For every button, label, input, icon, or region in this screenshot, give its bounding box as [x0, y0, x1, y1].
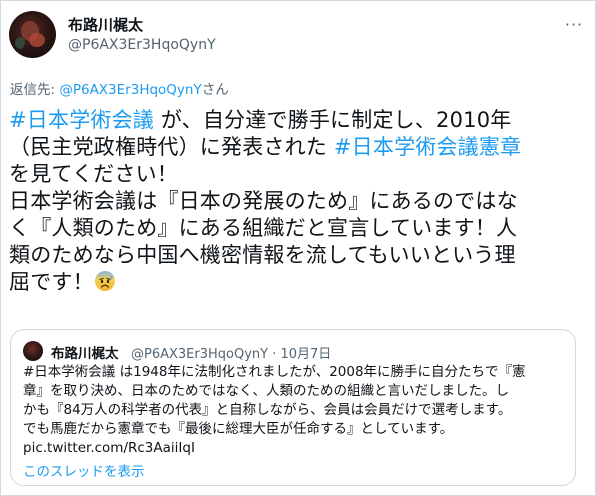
avatar[interactable] [9, 11, 56, 58]
reply-to-line: 返信先: @P6AX3Er3HqoQynYさん [10, 78, 229, 98]
quoted-text-line: 章』を取り決め、日本のためではなく、人類のための組織と言いだしました。し [23, 383, 509, 399]
tweet-text-segment: 屈です！ [9, 270, 94, 294]
tweet-text-segment: く『人類のため』にある組織だと宣言しています！人 [9, 216, 518, 240]
quoted-text-line: かも『84万人の科学者の代表』と自称しながら、会員は会員だけで選考します。 [23, 402, 512, 418]
tweet-body: #日本学術会議 が、自分達で勝手に制定し、2010年 （民主党政権時代）に発表さ… [9, 107, 589, 296]
tweet-text-segment: 日本学術会議は『日本の発展のため』にあるのではな [9, 189, 518, 213]
quoted-text-line: #日本学術会議 は1948年に法制化されましたが、2008年に勝手に自分たちで『… [23, 364, 526, 380]
avatar-detail [29, 33, 45, 47]
author-display-name[interactable]: 布路川梶太 [68, 14, 143, 35]
avatar-detail [15, 37, 25, 49]
show-thread-link[interactable]: このスレッドを表示 [23, 460, 145, 480]
tweet-text-segment: （民主党政権時代）に発表された [9, 135, 334, 159]
quoted-text-line: でも馬鹿だから憲章でも『最後に総理大臣が任命する』としています。 [23, 421, 454, 437]
reply-mention-link[interactable]: @P6AX3Er3HqoQynY [59, 82, 201, 98]
hashtag-link[interactable]: #日本学術会議憲章 [334, 135, 521, 159]
tweet-text-segment: が、自分達で勝手に制定し、2010年 [154, 108, 512, 132]
reply-suffix: さん [201, 82, 229, 98]
quoted-tweet[interactable]: 布路川梶太 @P6AX3Er3HqoQynY · 10月7日 #日本学術会議 は… [10, 329, 576, 486]
tweet-text-segment: 類のためなら中国へ機密情報を流してもいいという理 [9, 243, 516, 267]
quoted-author-name: 布路川梶太 [51, 346, 119, 362]
quoted-avatar[interactable] [23, 341, 43, 361]
tweet-text-segment: を見てください！ [9, 162, 178, 186]
quoted-author-meta: @P6AX3Er3HqoQynY · 10月7日 [131, 347, 332, 362]
quoted-tweet-body: #日本学術会議 は1948年に法制化されましたが、2008年に勝手に自分たちで『… [23, 363, 568, 458]
more-options-icon[interactable]: ··· [563, 15, 585, 35]
hashtag-link[interactable]: #日本学術会議 [9, 108, 154, 132]
anxious-face-with-sweat-icon [94, 270, 116, 292]
reply-prefix: 返信先: [10, 82, 60, 98]
author-handle[interactable]: @P6AX3Er3HqoQynY [68, 37, 216, 53]
quoted-media-link[interactable]: pic.twitter.com/Rc3AaiiIqI [23, 439, 568, 458]
tweet-card: 布路川梶太 @P6AX3Er3HqoQynY ··· 返信先: @P6AX3Er… [0, 0, 596, 496]
